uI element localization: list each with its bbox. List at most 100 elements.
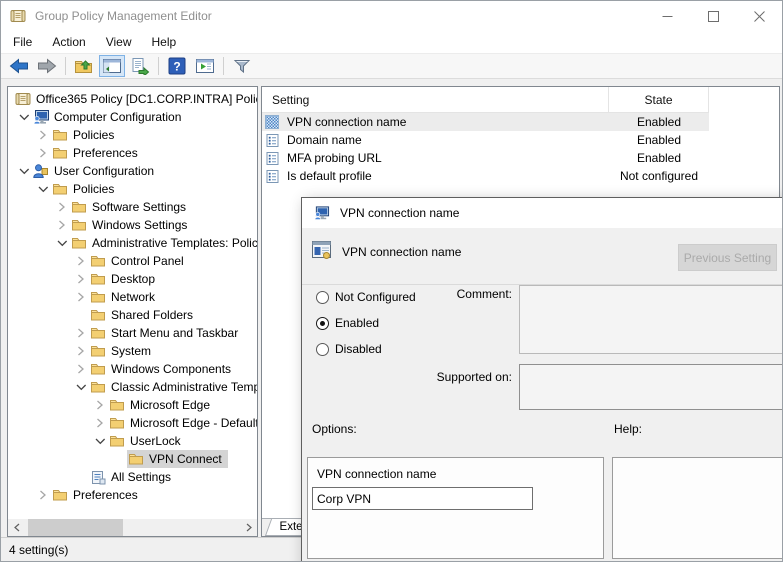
chevron-right-icon[interactable]: [75, 345, 87, 358]
menu-view[interactable]: View: [96, 32, 142, 53]
radio-row-enabled[interactable]: Enabled: [316, 316, 416, 330]
policy-setting-dialog: VPN connection name VPN connection name …: [301, 197, 783, 562]
tree-item-network[interactable]: Network: [8, 288, 258, 306]
chevron-right-icon[interactable]: [37, 129, 49, 142]
folder-icon: [90, 307, 106, 323]
new-window-button[interactable]: [192, 55, 218, 77]
tree-item-system[interactable]: System: [8, 342, 258, 360]
close-button[interactable]: [736, 1, 782, 31]
scrollbar-thumb[interactable]: [28, 519, 123, 536]
menu-help[interactable]: Help: [142, 32, 187, 53]
tree-item-windows-components[interactable]: Windows Components: [8, 360, 258, 378]
vpn-name-input[interactable]: [312, 487, 533, 510]
tree-item-software-settings[interactable]: Software Settings: [8, 198, 258, 216]
up-one-level-icon: [74, 57, 94, 75]
menu-file[interactable]: File: [3, 32, 42, 53]
tree-item-user-configuration[interactable]: User Configuration: [8, 162, 258, 180]
tree-item-policies[interactable]: Policies: [8, 180, 258, 198]
minimize-button[interactable]: [644, 1, 690, 31]
tree-item-preferences[interactable]: Preferences: [8, 486, 258, 504]
tree-item-desktop[interactable]: Desktop: [8, 270, 258, 288]
tree-item-content: Windows Settings: [70, 216, 193, 234]
tree-item-content: All Settings: [89, 468, 177, 486]
folder-icon: [71, 199, 87, 215]
chevron-right-icon[interactable]: [37, 147, 49, 160]
tree-item-start-menu-and-taskbar[interactable]: Start Menu and Taskbar: [8, 324, 258, 342]
chevron-right-icon[interactable]: [37, 489, 49, 502]
tree-item-windows-settings[interactable]: Windows Settings: [8, 216, 258, 234]
settings-list: VPN connection nameEnabledDomain nameEna…: [262, 113, 779, 185]
tree-item-classic-administrative-temp[interactable]: Classic Administrative Temp: [8, 378, 258, 396]
column-header-setting[interactable]: Setting: [262, 87, 609, 112]
scroll-right-arrow-icon[interactable]: [240, 519, 257, 536]
chevron-right-icon[interactable]: [75, 255, 87, 268]
setting-row-is-default-profile[interactable]: Is default profileNot configured: [262, 167, 709, 185]
chevron-down-icon[interactable]: [18, 165, 30, 178]
tree-item-computer-configuration[interactable]: Computer Configuration: [8, 108, 258, 126]
chevron-right-icon[interactable]: [94, 399, 106, 412]
forward-button[interactable]: [34, 55, 60, 77]
chevron-right-icon[interactable]: [75, 291, 87, 304]
tree-item-all-settings[interactable]: All Settings: [8, 468, 258, 486]
up-one-level-button[interactable]: [71, 55, 97, 77]
show-console-tree-button[interactable]: [99, 55, 125, 77]
maximize-button[interactable]: [690, 1, 736, 31]
tree-item-preferences[interactable]: Preferences: [8, 144, 258, 162]
tree-item-content: User Configuration: [32, 162, 160, 180]
tree-item-label: Control Panel: [111, 254, 184, 268]
radio-label-disabled: Disabled: [335, 342, 382, 356]
window-titlebar[interactable]: Group Policy Management Editor: [1, 1, 782, 31]
chevron-down-icon[interactable]: [56, 237, 68, 250]
radio-row-disabled[interactable]: Disabled: [316, 342, 416, 356]
setting-row-mfa-probing-url[interactable]: MFA probing URLEnabled: [262, 149, 709, 167]
dialog-titlebar[interactable]: VPN connection name: [302, 198, 783, 228]
export-list-button[interactable]: [127, 55, 153, 77]
radio-not-configured[interactable]: [316, 291, 329, 304]
forward-icon: [37, 57, 57, 75]
tree-item-control-panel[interactable]: Control Panel: [8, 252, 258, 270]
scroll-left-arrow-icon[interactable]: [8, 519, 25, 536]
tree-item-office365-policy-dc1-corp-intra-policy[interactable]: Office365 Policy [DC1.CORP.INTRA] Policy: [8, 90, 258, 108]
tree-item-content: System: [89, 342, 157, 360]
help-panel[interactable]: [612, 457, 783, 559]
help-button[interactable]: ?: [164, 55, 190, 77]
chevron-down-icon[interactable]: [94, 435, 106, 448]
folder-icon: [90, 325, 106, 341]
chevron-right-icon[interactable]: [75, 327, 87, 340]
radio-disabled[interactable]: [316, 343, 329, 356]
comment-textarea[interactable]: [519, 285, 783, 354]
chevron-spacer: [75, 309, 87, 322]
tree-horizontal-scrollbar[interactable]: [8, 519, 257, 536]
tree-item-microsoft-edge-default[interactable]: Microsoft Edge - Default: [8, 414, 258, 432]
tree-item-policies[interactable]: Policies: [8, 126, 258, 144]
setting-row-vpn-connection-name[interactable]: VPN connection nameEnabled: [262, 113, 709, 131]
supported-on-label: Supported on:: [362, 370, 512, 384]
setting-name: Domain name: [287, 133, 609, 147]
folder-icon: [90, 271, 106, 287]
chevron-right-icon[interactable]: [56, 201, 68, 214]
setting-row-domain-name[interactable]: Domain nameEnabled: [262, 131, 709, 149]
chevron-down-icon[interactable]: [75, 381, 87, 394]
chevron-right-icon[interactable]: [75, 363, 87, 376]
tree-item-userlock[interactable]: UserLock: [8, 432, 258, 450]
previous-setting-button[interactable]: Previous Setting: [678, 244, 777, 271]
filter-button[interactable]: [229, 55, 255, 77]
tree-item-content: Windows Components: [89, 360, 237, 378]
tree-item-label: Office365 Policy [DC1.CORP.INTRA] Policy: [36, 92, 258, 106]
tree-item-microsoft-edge[interactable]: Microsoft Edge: [8, 396, 258, 414]
setting-name: VPN connection name: [287, 115, 609, 129]
folder-icon: [90, 361, 106, 377]
tree-item-vpn-connect[interactable]: VPN Connect: [8, 450, 258, 468]
chevron-down-icon[interactable]: [18, 111, 30, 124]
chevron-right-icon[interactable]: [75, 273, 87, 286]
tree-item-administrative-templates-polic[interactable]: Administrative Templates: Polic: [8, 234, 258, 252]
tree-item-shared-folders[interactable]: Shared Folders: [8, 306, 258, 324]
chevron-right-icon[interactable]: [56, 219, 68, 232]
back-button[interactable]: [6, 55, 32, 77]
menu-action[interactable]: Action: [42, 32, 95, 53]
tree-item-content: Computer Configuration: [32, 108, 187, 126]
radio-enabled[interactable]: [316, 317, 329, 330]
column-header-state[interactable]: State: [609, 87, 709, 112]
chevron-right-icon[interactable]: [94, 417, 106, 430]
chevron-down-icon[interactable]: [37, 183, 49, 196]
